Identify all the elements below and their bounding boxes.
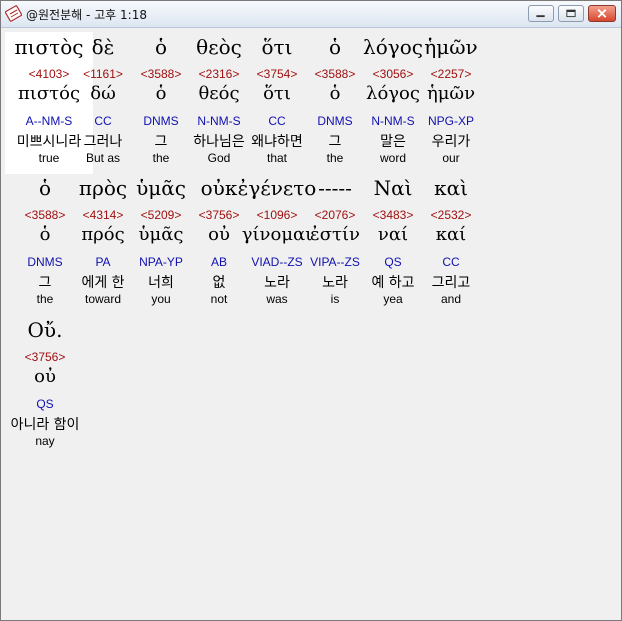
close-icon <box>597 9 607 18</box>
verse-line: πιστὸς <4103> πιστός A--NM-S 미쁘시니라 true δὲ <116… <box>5 32 617 174</box>
korean-gloss: 우리가 <box>431 134 471 150</box>
korean-gloss: 아니라 함이 <box>10 417 80 433</box>
lemma-word: καί <box>435 224 467 245</box>
word-cell[interactable]: ἡμῶν <2257> ἡμῶν NPG-XP 우리가 our <box>419 32 483 174</box>
strong-number: <2532> <box>430 208 472 222</box>
english-gloss: nay <box>35 434 55 448</box>
interlinear-view: πιστὸς <4103> πιστός A--NM-S 미쁘시니라 true δὲ <116… <box>5 29 617 616</box>
minimize-button[interactable] <box>528 5 554 22</box>
title-bar[interactable]: @원전분해 - 고후 1:18 <box>1 1 621 28</box>
app-window: @원전분해 - 고후 1:18 πιστὸς <4103> πιστός A--NM-… <box>0 0 622 621</box>
word-cell[interactable]: καὶ <2532> καί CC 그리고 and <box>419 173 483 315</box>
verse-line: Οὔ. <3756> οὐ QS 아니라 함이 nay <box>5 315 617 457</box>
morph-code: NPG-XP <box>427 114 474 128</box>
strong-number: <2257> <box>430 67 472 81</box>
english-gloss: and <box>440 292 462 306</box>
korean-gloss: 그리고 <box>431 275 471 291</box>
morph-code: QS <box>36 397 54 411</box>
greek-word: Οὔ. <box>27 318 63 342</box>
window-title: @원전분해 - 고후 1:18 <box>26 8 147 22</box>
lemma-word: οὐ <box>34 366 56 387</box>
close-button[interactable] <box>588 5 616 22</box>
greek-word: καὶ <box>434 176 468 200</box>
greek-word: ἡμῶν <box>424 35 478 59</box>
minimize-icon <box>536 15 545 18</box>
morph-code: CC <box>442 255 460 269</box>
maximize-button[interactable] <box>558 5 584 22</box>
verse-line: ὁ <3588> ὁ DNMS 그 the πρὸς <4314> πρός PA 에게 한 towa… <box>5 173 617 315</box>
maximize-icon <box>566 9 576 18</box>
lemma-word: ἡμῶν <box>426 83 476 104</box>
word-cell[interactable]: Οὔ. <3756> οὐ QS 아니라 함이 nay <box>11 315 80 457</box>
english-gloss: our <box>442 151 460 165</box>
strong-number: <3756> <box>24 350 66 364</box>
app-icon <box>5 5 22 22</box>
